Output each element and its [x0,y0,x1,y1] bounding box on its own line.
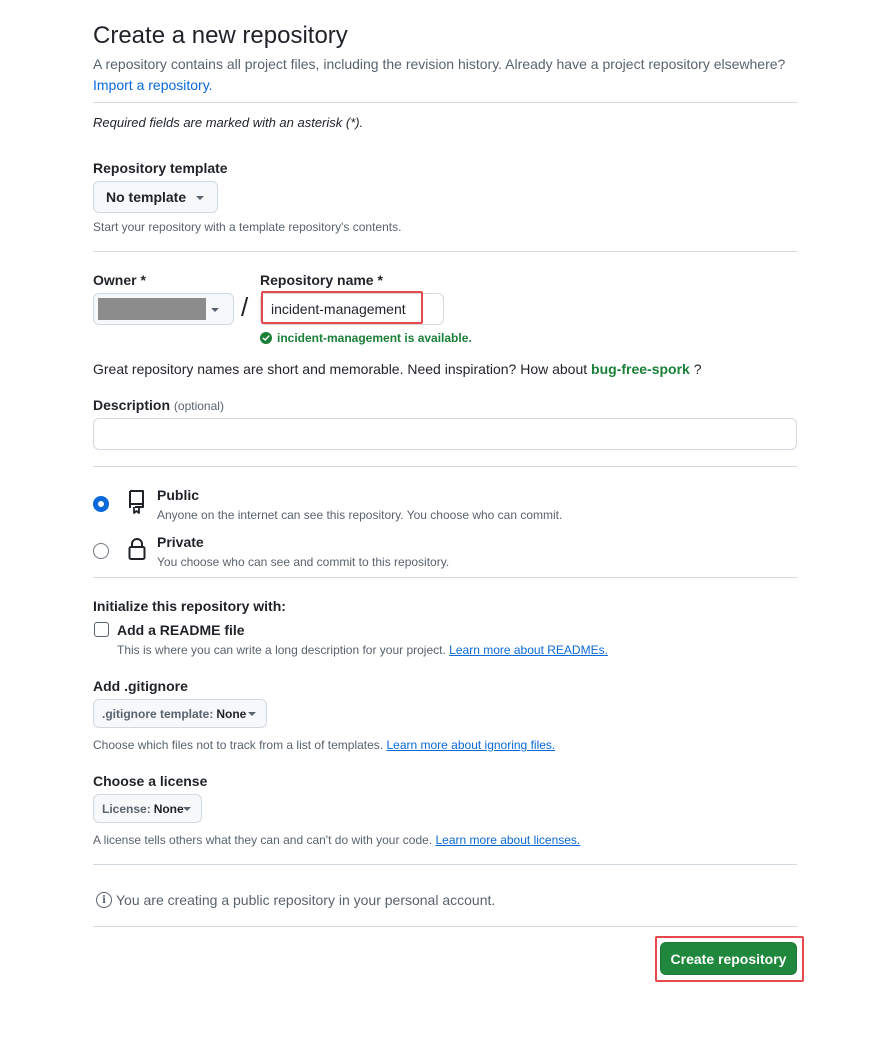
import-repository-link[interactable]: Import a repository. [93,77,213,93]
owner-label: Owner * [93,272,146,288]
public-desc: Anyone on the internet can see this repo… [157,508,563,522]
divider [93,466,797,467]
repo-name-label: Repository name * [260,272,383,288]
owner-dropdown[interactable] [93,293,234,325]
template-selected: No template [106,189,187,205]
license-label: Choose a license [93,773,208,789]
caret-down-icon [196,196,204,200]
owner-repo-separator: / [241,292,249,322]
readme-checkbox[interactable] [94,622,109,637]
required-fields-note: Required fields are marked with an aster… [93,115,364,130]
initialize-label: Initialize this repository with: [93,598,286,614]
availability-text: incident-management is available. [277,331,472,345]
gitignore-learn-more-link[interactable]: Learn more about ignoring files. [386,738,555,752]
inspiration-suffix: ? [693,361,702,377]
template-help: Start your repository with a template re… [93,220,402,234]
license-learn-more-link[interactable]: Learn more about licenses. [436,833,581,847]
gitignore-dropdown[interactable]: .gitignore template: None [93,699,267,728]
readme-learn-more-link[interactable]: Learn more about READMEs. [449,643,608,657]
owner-avatar-redacted [98,298,206,320]
repo-name-input[interactable] [260,293,444,325]
gitignore-value: None [216,706,247,721]
private-title: Private [157,534,204,550]
readme-label: Add a README file [117,622,245,638]
license-help: A license tells others what they can and… [93,833,580,847]
gitignore-help-text: Choose which files not to track from a l… [93,738,384,752]
inspiration-prefix: Great repository names are short and mem… [93,361,588,377]
public-title: Public [157,487,200,503]
gitignore-prefix: .gitignore template: [102,706,214,721]
name-inspiration: Great repository names are short and mem… [93,361,702,377]
description-label: Description (optional) [93,397,224,413]
license-help-text: A license tells others what they can and… [93,833,433,847]
description-label-text: Description [93,397,171,413]
readme-help-text: This is where you can write a long descr… [117,643,446,657]
page-title: Create a new repository [93,22,348,49]
divider [93,102,797,103]
description-input[interactable] [93,418,797,450]
info-text: You are creating a public repository in … [116,892,496,908]
gitignore-label: Add .gitignore [93,678,188,694]
license-value: None [153,801,184,816]
divider [93,577,797,578]
public-radio[interactable] [93,496,109,512]
template-dropdown[interactable]: No template [93,181,218,213]
info-icon: i [96,892,112,908]
public-info-message: i You are creating a public repository i… [96,892,495,908]
template-label: Repository template [93,160,228,176]
availability-status: incident-management is available. [260,331,472,345]
license-prefix: License: [102,801,151,816]
page-subtitle: A repository contains all project files,… [93,56,786,72]
suggested-name-button[interactable]: bug-free-spork [591,361,690,377]
divider [93,926,797,927]
gitignore-help: Choose which files not to track from a l… [93,738,555,752]
license-dropdown[interactable]: License: None [93,794,202,823]
check-circle-icon [260,332,272,344]
lock-icon [127,537,147,561]
private-desc: You choose who can see and commit to thi… [157,555,450,569]
readme-help: This is where you can write a long descr… [117,643,608,657]
caret-down-icon [183,807,191,811]
private-radio[interactable] [93,543,109,559]
create-repository-button[interactable]: Create repository [660,942,797,975]
repo-icon [127,489,147,515]
divider [93,864,797,865]
caret-down-icon [248,712,256,716]
divider [93,251,797,252]
optional-hint: (optional) [173,399,224,413]
caret-down-icon [211,308,219,312]
